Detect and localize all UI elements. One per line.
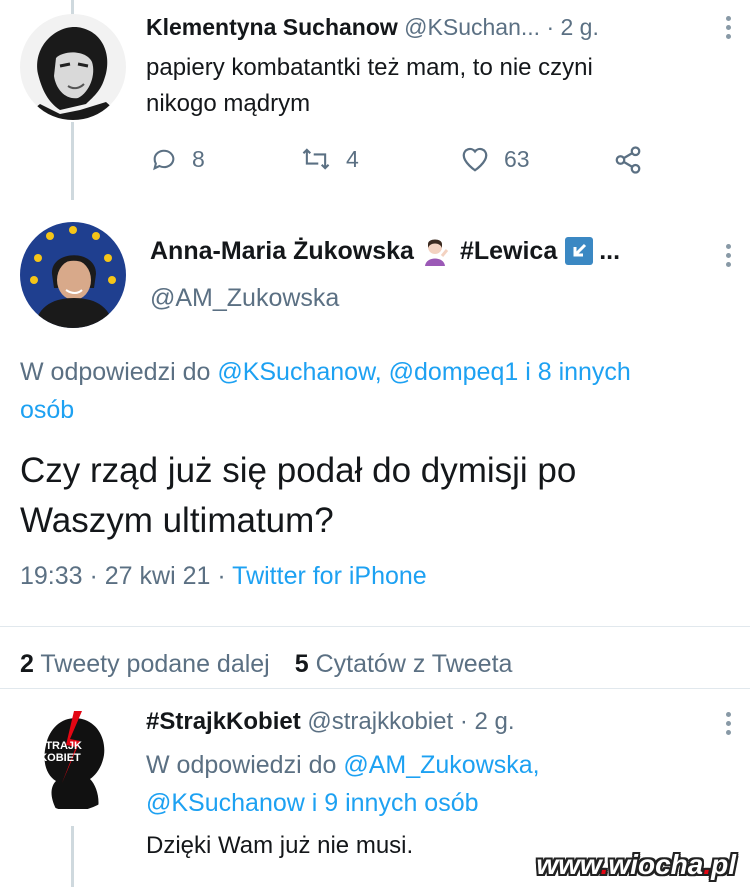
- tweet3-header: #StrajkKobiet @strajkkobiet · 2 g.: [146, 708, 515, 736]
- avatar-strajk-text: STRAJK: [37, 740, 82, 752]
- tweet1-more-icon[interactable]: [726, 16, 732, 43]
- divider-2: [0, 688, 750, 689]
- retweets-label: Tweety podane dalej: [40, 650, 270, 678]
- retweets-count: 2: [20, 650, 34, 678]
- share-icon: [615, 146, 641, 174]
- avatar-zukowska[interactable]: [20, 222, 126, 328]
- tweet2-timestamp[interactable]: 19:33 · 27 kwi 21 ·: [20, 562, 232, 590]
- divider-1: [0, 626, 750, 627]
- watermark-logo: www.wiocha.pl: [536, 849, 736, 881]
- avatar-kobiet-text: KOBIET: [39, 752, 81, 764]
- tweet1-reply-button[interactable]: 8: [150, 145, 205, 173]
- tweet2-author-name[interactable]: Anna-Maria Żukowska: [150, 237, 414, 266]
- tweet1-retweet-count: 4: [346, 145, 359, 172]
- tweet2-reply-prefix: W odpowiedzi do: [20, 358, 218, 386]
- tweet1-time[interactable]: · 2 g.: [546, 14, 598, 40]
- tweet2-retweets-stat[interactable]: 2 Tweety podane dalej: [20, 650, 270, 678]
- tweet1-text-line1: papiery kombatantki też mam, to nie czyn…: [146, 54, 593, 81]
- quotes-count: 5: [294, 650, 309, 678]
- tweet1-text: papiery kombatantki też mam, to nie czyn…: [146, 50, 593, 122]
- tweet2-text: Czy rząd już się podał do dymisji po Was…: [20, 446, 576, 546]
- tweet1-handle[interactable]: @KSuchan...: [404, 14, 540, 40]
- tweet3-reply-mention1[interactable]: @AM_Zukowska,: [343, 751, 539, 779]
- watermark-part-pl: pl: [711, 849, 736, 880]
- avatar-strajkkobiet-text: STRAJK KOBIET: [30, 740, 90, 764]
- tweet3-reply-context: W odpowiedzi do @AM_Zukowska, @KSuchanow…: [146, 746, 540, 822]
- tweet2-text-line1: Czy rząd już się podał do dymisji po: [20, 451, 577, 490]
- avatar-klementyna[interactable]: [20, 14, 126, 120]
- tweet3-reply-prefix: W odpowiedzi do: [146, 751, 344, 779]
- retweet-icon: [302, 148, 330, 170]
- tweet2-author-row: Anna-Maria Żukowska #Lewica ...: [150, 236, 620, 266]
- tweet2-source[interactable]: Twitter for iPhone: [232, 562, 427, 590]
- thread-line-1: [71, 122, 74, 200]
- tweet2-reply-line2[interactable]: osób: [20, 391, 631, 429]
- tweet2-stats: 2 Tweety podane dalej 5 Cytatów z Tweeta: [20, 650, 512, 679]
- tweet2-name-suffix[interactable]: #Lewica: [460, 237, 557, 266]
- tweet3-text: Dzięki Wam już nie musi.: [146, 832, 414, 859]
- tweet1-text-line2: nikogo mądrym: [146, 90, 311, 117]
- reply-icon: [153, 149, 175, 171]
- tweet3-reply-mention2[interactable]: @KSuchanow i 9 innych osób: [146, 784, 540, 822]
- tweet1-like-count: 63: [504, 145, 530, 172]
- arrow-emoji-icon: [565, 237, 594, 265]
- tweet2-meta: 19:33 · 27 kwi 21 · Twitter for iPhone: [20, 562, 427, 591]
- tweet1-reply-count: 8: [192, 145, 205, 172]
- tweet1-retweet-button[interactable]: 4: [300, 145, 359, 173]
- tweet2-reply-mentions[interactable]: @KSuchanow, @dompeq1 i 8 innych: [217, 358, 631, 386]
- tweet3-more-icon[interactable]: [726, 712, 732, 739]
- tweet2-text-line2: Waszym ultimatum?: [20, 501, 334, 540]
- heart-icon: [462, 147, 488, 172]
- tweet3-author-name[interactable]: #StrajkKobiet: [146, 708, 301, 735]
- tweet1-like-button[interactable]: 63: [460, 145, 530, 173]
- tweet1-author-name[interactable]: Klementyna Suchanow: [146, 14, 398, 40]
- quotes-label: Cytatów z Tweeta: [315, 650, 513, 678]
- portrait-image: [20, 14, 126, 120]
- tweet3-time[interactable]: · 2 g.: [460, 708, 515, 735]
- woman-tipping-hand-emoji-icon: [420, 236, 450, 266]
- tweet3-handle[interactable]: @strajkkobiet: [307, 708, 453, 735]
- thread-line-3: [71, 826, 74, 887]
- watermark-part-wiocha: wiocha: [608, 849, 704, 880]
- tweet2-handle[interactable]: @AM_Zukowska: [150, 284, 339, 313]
- tweet2-quotes-stat[interactable]: 5 Cytatów z Tweeta: [295, 650, 513, 678]
- tweet2-name-ellipsis: ...: [599, 236, 621, 265]
- watermark-dot-2: .: [703, 849, 712, 880]
- portrait-image: [20, 222, 126, 328]
- watermark-part-www: www: [536, 849, 601, 880]
- tweet2-reply-context: W odpowiedzi do @KSuchanow, @dompeq1 i 8…: [20, 353, 631, 429]
- tweet1-header: Klementyna Suchanow @KSuchan... · 2 g.: [146, 14, 599, 41]
- tweet1-share-button[interactable]: [612, 145, 644, 175]
- tweet2-more-icon[interactable]: [726, 244, 732, 271]
